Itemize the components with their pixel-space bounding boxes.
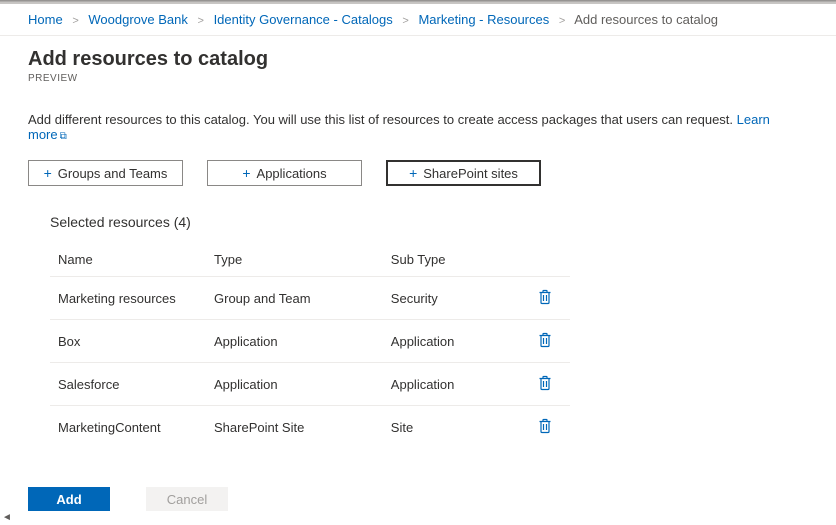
cell-subtype: Security	[383, 277, 529, 320]
footer-actions: Add Cancel	[0, 487, 836, 511]
add-applications-label: Applications	[257, 166, 327, 181]
col-actions-header	[528, 242, 570, 277]
col-name-header[interactable]: Name	[50, 242, 206, 277]
selected-resources-table: Name Type Sub Type Marketing resourcesGr…	[50, 242, 570, 448]
cell-subtype: Site	[383, 406, 529, 449]
cell-subtype: Application	[383, 320, 529, 363]
cell-name: Marketing resources	[50, 277, 206, 320]
trash-icon	[538, 418, 552, 434]
table-header-row: Name Type Sub Type	[50, 242, 570, 277]
breadcrumb: Home > Woodgrove Bank > Identity Governa…	[0, 4, 836, 36]
breadcrumb-woodgrove[interactable]: Woodgrove Bank	[88, 12, 188, 27]
resource-type-buttons: + Groups and Teams + Applications + Shar…	[28, 160, 808, 186]
col-subtype-header[interactable]: Sub Type	[383, 242, 529, 277]
cell-type: SharePoint Site	[206, 406, 383, 449]
add-groups-button[interactable]: + Groups and Teams	[28, 160, 183, 186]
cell-type: Application	[206, 320, 383, 363]
cell-name: Box	[50, 320, 206, 363]
plus-icon: +	[242, 166, 250, 180]
trash-icon	[538, 375, 552, 391]
chevron-right-icon: >	[72, 15, 78, 27]
add-sharepoint-button[interactable]: + SharePoint sites	[386, 160, 541, 186]
delete-row-button[interactable]	[536, 373, 554, 396]
main-content: Add resources to catalog PREVIEW Add dif…	[0, 36, 836, 448]
plus-icon: +	[44, 166, 52, 180]
external-link-icon: ⧉	[60, 131, 67, 142]
breadcrumb-home[interactable]: Home	[28, 12, 63, 27]
cell-subtype: Application	[383, 363, 529, 406]
chevron-right-icon: >	[559, 15, 565, 27]
trash-icon	[538, 289, 552, 305]
add-sharepoint-label: SharePoint sites	[423, 166, 518, 181]
add-applications-button[interactable]: + Applications	[207, 160, 362, 186]
add-button[interactable]: Add	[28, 487, 110, 511]
preview-badge: PREVIEW	[28, 73, 808, 84]
add-groups-label: Groups and Teams	[58, 166, 168, 181]
breadcrumb-marketing[interactable]: Marketing - Resources	[418, 12, 549, 27]
breadcrumb-current: Add resources to catalog	[574, 12, 718, 27]
table-row: MarketingContentSharePoint SiteSite	[50, 406, 570, 449]
cancel-button[interactable]: Cancel	[146, 487, 228, 511]
delete-row-button[interactable]	[536, 330, 554, 353]
cell-name: MarketingContent	[50, 406, 206, 449]
page-title: Add resources to catalog	[28, 48, 808, 71]
table-row: BoxApplicationApplication	[50, 320, 570, 363]
table-row: SalesforceApplicationApplication	[50, 363, 570, 406]
chevron-right-icon: >	[198, 15, 204, 27]
description-text: Add different resources to this catalog.…	[28, 112, 737, 127]
plus-icon: +	[409, 166, 417, 180]
chevron-right-icon: >	[402, 15, 408, 27]
scroll-left-icon[interactable]: ◄	[2, 512, 12, 523]
cell-type: Group and Team	[206, 277, 383, 320]
cell-name: Salesforce	[50, 363, 206, 406]
delete-row-button[interactable]	[536, 416, 554, 439]
cell-type: Application	[206, 363, 383, 406]
breadcrumb-catalogs[interactable]: Identity Governance - Catalogs	[214, 12, 393, 27]
delete-row-button[interactable]	[536, 287, 554, 310]
table-row: Marketing resourcesGroup and TeamSecurit…	[50, 277, 570, 320]
selected-resources-title: Selected resources (4)	[50, 214, 808, 230]
description: Add different resources to this catalog.…	[28, 112, 808, 142]
trash-icon	[538, 332, 552, 348]
col-type-header[interactable]: Type	[206, 242, 383, 277]
